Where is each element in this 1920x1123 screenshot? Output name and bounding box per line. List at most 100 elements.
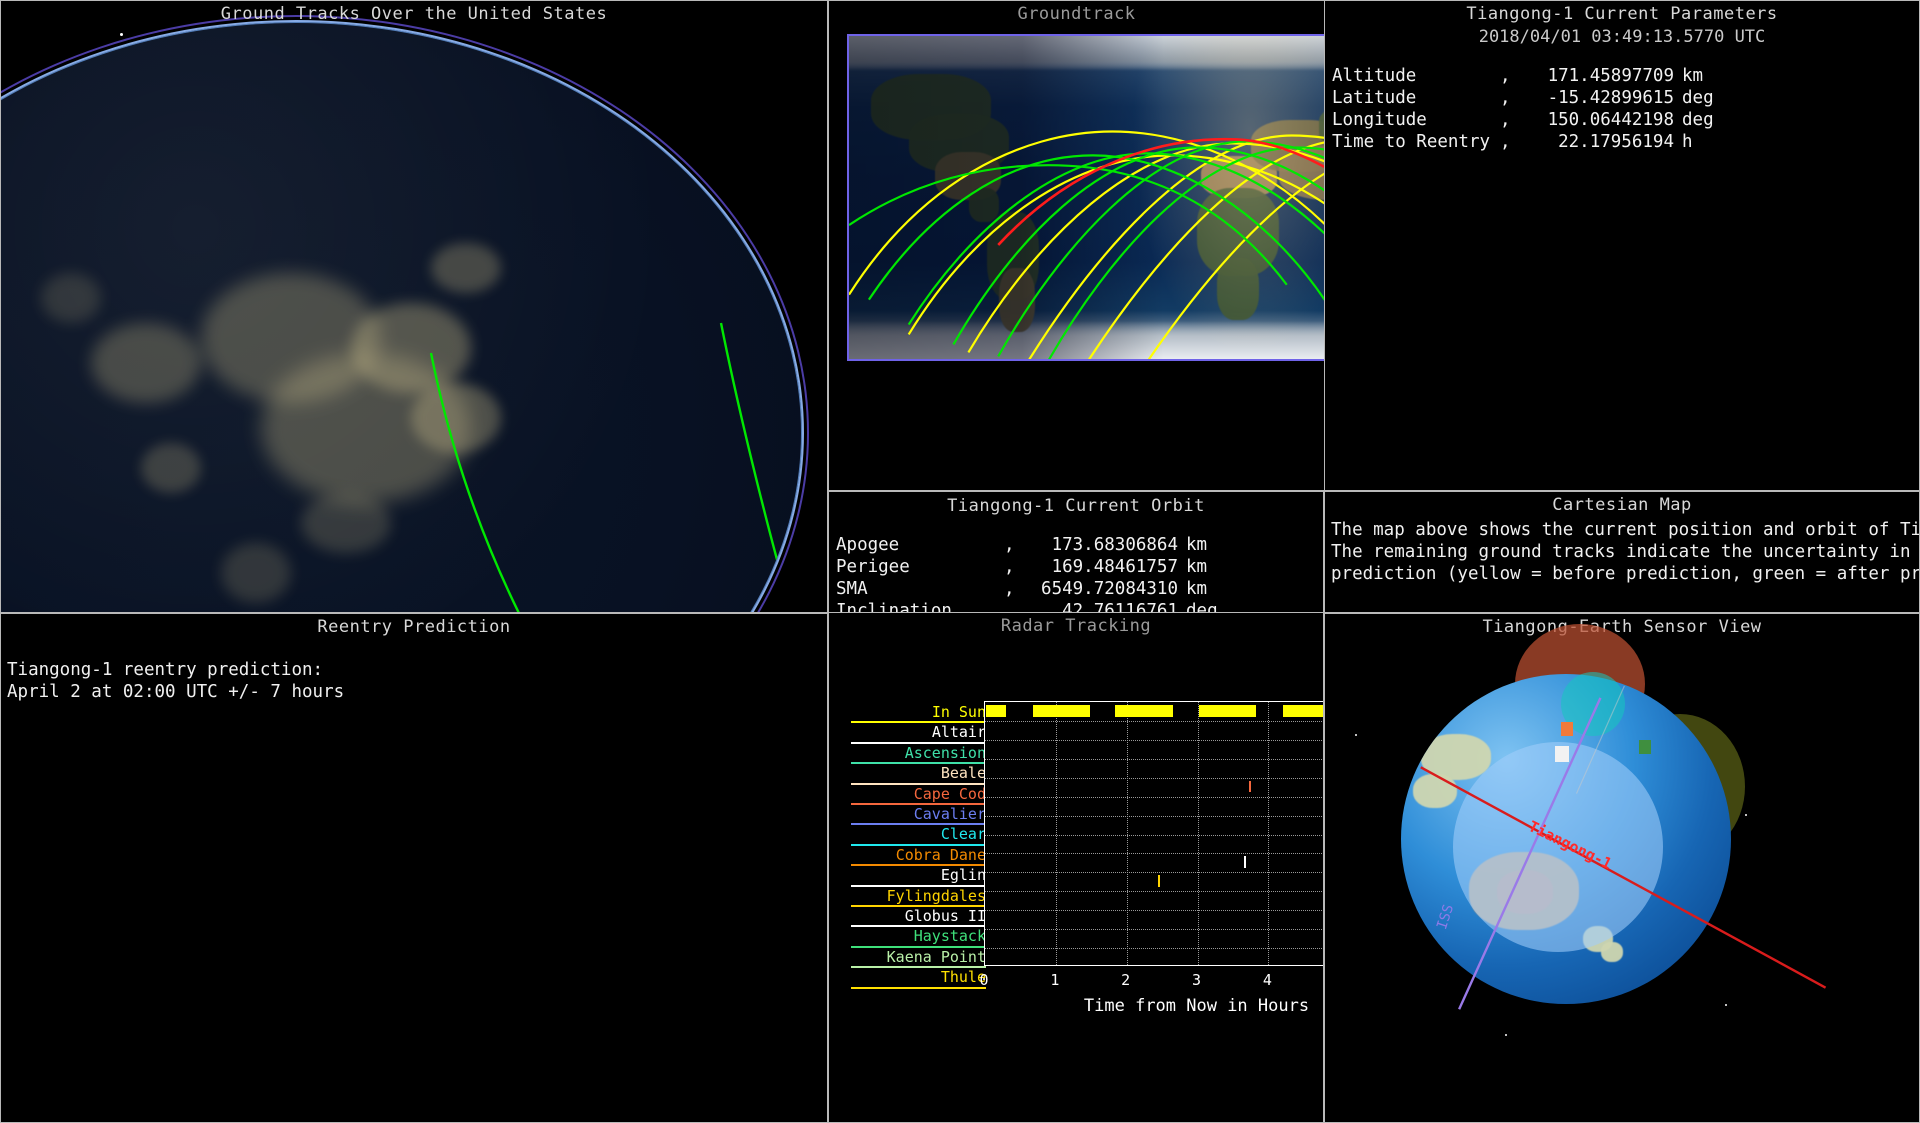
radar-pass-bar[interactable]: [1244, 856, 1247, 869]
text-line: prediction (yellow = before prediction, …: [1331, 564, 1920, 584]
parameter-separator: ,: [1500, 88, 1511, 108]
x-axis-tick: 3: [1191, 971, 1202, 989]
parameter-unit: km: [1186, 579, 1208, 599]
radar-station-label[interactable]: Clear: [851, 825, 986, 846]
ground-track-curves: [849, 130, 1324, 359]
reentry-prediction-title: Reentry Prediction: [317, 617, 511, 637]
radar-x-axis-ticks: 0123456: [979, 971, 1323, 991]
radar-station-label[interactable]: Thule: [851, 968, 986, 989]
radar-pass-bar[interactable]: [1033, 705, 1090, 717]
grid-line-vertical: [1197, 702, 1199, 965]
current-timestamp: 2018/04/01 03:49:13.5770 UTC: [1478, 27, 1766, 47]
parameter-value: 173.68306864: [1051, 535, 1178, 555]
radar-tracking-panel: Radar Tracking In Sun Altair Ascension Beal…: [828, 613, 1324, 1123]
radar-pass-bar[interactable]: [1115, 705, 1173, 717]
current-parameters-list: Altitude, 171.45897709 km Latitude, -15.4289…: [1325, 65, 1919, 153]
dashboard-grid: Groundtrack Tiangong-1 Current Parameter…: [0, 0, 1920, 1123]
radar-pass-bar[interactable]: [1248, 780, 1251, 793]
radar-pass-bar[interactable]: [986, 705, 1007, 717]
radar-station-label[interactable]: Beale: [851, 764, 986, 785]
grid-line-horizontal: [985, 853, 1323, 855]
us-ground-tracks-title: Ground Tracks Over the United States: [220, 4, 608, 24]
grid-line-horizontal: [985, 739, 1323, 741]
parameter-row: Latitude, -15.42899615 deg: [1332, 87, 1919, 109]
radar-station-label[interactable]: Altair: [851, 723, 986, 744]
parameter-separator: ,: [1004, 601, 1015, 613]
cartesian-map-panel: Cartesian Map The map above shows the cu…: [1324, 491, 1920, 613]
parameter-row: Altitude, 171.45897709 km: [1332, 65, 1919, 87]
radar-tracking-title: Radar Tracking: [1000, 616, 1152, 636]
parameter-key: Apogee: [836, 535, 900, 555]
reentry-prediction-text: Tiangong-1 reentry prediction: April 2 at…: [1, 637, 827, 703]
sensor-orbit-lines: [1420, 685, 1827, 1010]
grid-line-horizontal: [985, 796, 1323, 798]
grid-line-horizontal: [985, 872, 1323, 874]
radar-pass-bar[interactable]: [1157, 875, 1160, 888]
parameter-value: 42.76116761: [1062, 601, 1178, 613]
radar-station-label[interactable]: In Sun: [851, 703, 986, 724]
parameter-unit: deg: [1186, 601, 1218, 613]
radar-station-label[interactable]: Eglin: [851, 866, 986, 887]
radar-station-labels: In Sun Altair Ascension Beale Cape Cod Cavali…: [851, 703, 986, 989]
parameter-row: SMA, 6549.72084310 km: [836, 578, 1323, 600]
sensor-view-panel: Tiangong-Earth Sensor View Tiangong-1 IS…: [1324, 613, 1920, 1123]
parameter-key: Time to Reentry: [1332, 132, 1491, 152]
text-line: April 2 at 02:00 UTC +/- 7 hours: [7, 682, 345, 702]
parameter-key: Altitude: [1332, 66, 1417, 86]
parameter-row: Longitude, 150.06442198 deg: [1332, 109, 1919, 131]
x-axis-tick: 0: [979, 971, 989, 989]
current-parameters-panel: Tiangong-1 Current Parameters 2018/04/01…: [1324, 0, 1920, 491]
radar-pass-bar[interactable]: [1198, 705, 1256, 717]
groundtrack-panel: Groundtrack: [828, 0, 1324, 491]
grid-line-horizontal: [985, 910, 1323, 912]
text-line: The remaining ground tracks indicate the…: [1331, 542, 1911, 562]
parameter-unit: h: [1682, 132, 1693, 152]
parameter-key: Inclination: [836, 601, 952, 613]
parameter-key: SMA: [836, 579, 868, 599]
grid-line-vertical: [1268, 702, 1270, 965]
radar-station-label[interactable]: Ascension: [851, 744, 986, 765]
parameter-separator: ,: [1500, 110, 1511, 130]
parameter-separator: ,: [1500, 66, 1511, 86]
parameter-key: Latitude: [1332, 88, 1417, 108]
radar-station-label[interactable]: Globus II: [851, 907, 986, 928]
parameter-value: 171.45897709: [1547, 66, 1674, 86]
x-axis-tick: 4: [1262, 971, 1272, 989]
grid-line-horizontal: [985, 777, 1323, 779]
parameter-separator: ,: [1004, 579, 1015, 599]
grid-line-horizontal: [985, 815, 1323, 817]
parameter-unit: km: [1186, 535, 1208, 555]
parameter-value: 6549.72084310: [1041, 579, 1178, 599]
radar-x-axis-label: Time from Now in Hours: [1083, 996, 1310, 1016]
parameter-row: Apogee, 173.68306864 km: [836, 534, 1323, 556]
parameter-unit: km: [1186, 557, 1208, 577]
radar-plot-area: [984, 701, 1323, 966]
grid-line-horizontal: [985, 929, 1323, 931]
radar-station-label[interactable]: Cavalier: [851, 805, 986, 826]
cartesian-map-description: The map above shows the current position…: [1325, 515, 1919, 585]
sensor-marker-orange: [1561, 722, 1573, 736]
sensor-marker-white: [1555, 746, 1569, 762]
sensor-marker-green: [1639, 740, 1651, 754]
radar-station-label[interactable]: Cobra Dane: [851, 846, 986, 867]
radar-station-label[interactable]: Fylingdales: [851, 887, 986, 908]
radar-station-label[interactable]: Haystack: [851, 927, 986, 948]
parameter-value: 150.06442198: [1547, 110, 1674, 130]
us-ground-tracks-panel: Ground Tracks Over the United States: [0, 0, 828, 613]
radar-station-label[interactable]: Kaena Point: [851, 948, 986, 969]
parameter-key: Longitude: [1332, 110, 1427, 130]
grid-line-horizontal: [985, 891, 1323, 893]
parameter-separator: ,: [1500, 132, 1511, 152]
cartesian-map-title: Cartesian Map: [1552, 495, 1692, 515]
radar-station-label[interactable]: Cape Cod: [851, 785, 986, 806]
parameter-row: Perigee, 169.48461757 km: [836, 556, 1323, 578]
grid-line-horizontal: [985, 758, 1323, 760]
parameter-value: -15.42899615: [1547, 88, 1674, 108]
grid-line-horizontal: [985, 948, 1323, 950]
us-track-lines: [429, 322, 793, 612]
radar-pass-bar[interactable]: [1282, 705, 1323, 717]
parameter-value: 169.48461757: [1051, 557, 1178, 577]
parameter-row: Time to Reentry, 22.17956194 h: [1332, 131, 1919, 153]
text-line: Tiangong-1 reentry prediction:: [7, 660, 324, 680]
parameter-key: Perigee: [836, 557, 910, 577]
